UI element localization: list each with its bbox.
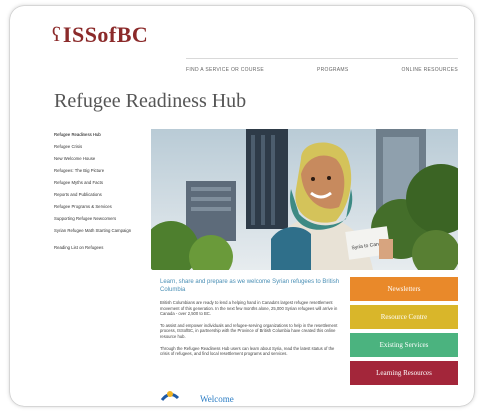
page-frame: ʕ ISSofBC FIND A SERVICE OR COURSE PROGR… bbox=[10, 6, 474, 406]
nav-online-resources[interactable]: ONLINE RESOURCES bbox=[402, 67, 458, 73]
hero-image: Syria to Canada bbox=[151, 129, 458, 270]
logo-text: ISSofBC bbox=[62, 22, 149, 47]
issofbc-logo[interactable]: ʕ ISSofBC bbox=[52, 22, 148, 48]
top-navigation: FIND A SERVICE OR COURSE PROGRAMS ONLINE… bbox=[186, 58, 458, 73]
sidebar-item-myths-facts[interactable]: Refugee Myths and Facts bbox=[54, 180, 150, 192]
logo-mark-icon: ʕ bbox=[52, 23, 61, 46]
sidebar-item-math-campaign[interactable]: Syrian Refugee Math Starting Campaign bbox=[54, 228, 150, 245]
sidebar-item-big-picture[interactable]: Refugees: The Big Picture bbox=[54, 168, 150, 180]
sidebar-item-reading-list[interactable]: Reading List on Refugees bbox=[54, 245, 150, 257]
resource-centre-button[interactable]: Resource Centre bbox=[350, 305, 458, 329]
newsletters-button[interactable]: Newsletters bbox=[350, 277, 458, 301]
page-title: Refugee Readiness Hub bbox=[54, 90, 247, 112]
intro-paragraph: British Columbians are ready to lend a h… bbox=[160, 300, 338, 317]
existing-services-button[interactable]: Existing Services bbox=[350, 333, 458, 357]
intro-section: Learn, share and prepare as we welcome S… bbox=[160, 278, 340, 363]
sidebar-menu: Refugee Readiness Hub Refugee Crisis New… bbox=[54, 132, 150, 257]
learning-resources-button[interactable]: Learning Resources bbox=[350, 361, 458, 385]
sidebar-item-refugee-crisis[interactable]: Refugee Crisis bbox=[54, 144, 150, 156]
sidebar-item-programs-services[interactable]: Refugee Programs & Services bbox=[54, 204, 150, 216]
nav-find-service[interactable]: FIND A SERVICE OR COURSE bbox=[186, 67, 264, 73]
sidebar-item-supporting-newcomers[interactable]: Supporting Refugee Newcomers bbox=[54, 216, 150, 228]
sidebar-item-refugee-readiness-hub[interactable]: Refugee Readiness Hub bbox=[54, 132, 150, 144]
sidebar-item-welcome-house[interactable]: New Welcome House bbox=[54, 156, 150, 168]
intro-paragraph: Through the Refugee Readiness Hub users … bbox=[160, 345, 335, 357]
resource-buttons: Newsletters Resource Centre Existing Ser… bbox=[350, 277, 458, 389]
intro-paragraph: To assist and empower individuals and re… bbox=[160, 322, 338, 339]
bc-welcome-logo[interactable]: Welcome bbox=[160, 386, 234, 406]
footer-logo-text: Welcome bbox=[200, 394, 234, 404]
sidebar-item-reports[interactable]: Reports and Publications bbox=[54, 192, 150, 204]
intro-lead: Learn, share and prepare as we welcome S… bbox=[160, 279, 340, 293]
nav-programs[interactable]: PROGRAMS bbox=[317, 67, 349, 73]
